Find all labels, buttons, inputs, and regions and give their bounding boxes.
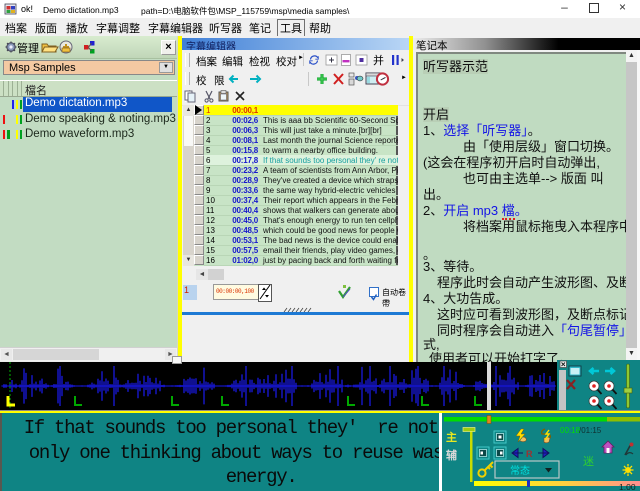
svg-text:1.00: 1.00 (619, 482, 636, 491)
svg-text:管理: 管理 (17, 41, 39, 55)
svg-text:辅: 辅 (446, 448, 457, 462)
svg-text:主: 主 (446, 430, 457, 444)
svg-text:00:18: 00:18 (560, 426, 581, 435)
svg-text:/01:15: /01:15 (579, 426, 602, 435)
svg-text:常态: 常态 (510, 464, 530, 477)
svg-text:R: R (526, 449, 533, 459)
svg-text:并: 并 (373, 53, 384, 67)
svg-text:迷: 迷 (583, 455, 594, 468)
